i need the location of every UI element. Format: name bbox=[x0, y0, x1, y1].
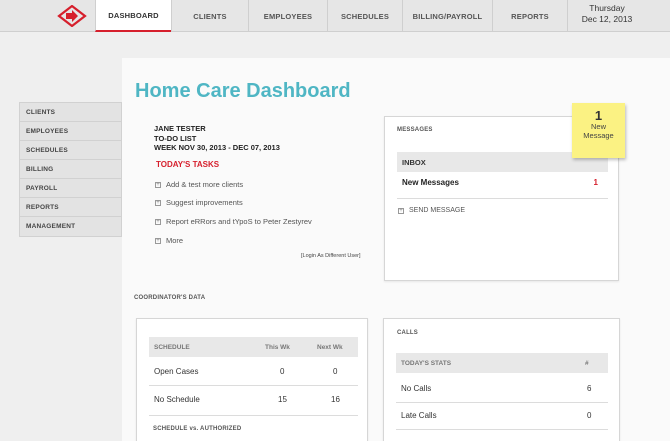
sticky-line2: Message bbox=[583, 131, 614, 140]
sidebar-item-clients[interactable]: CLIENTS bbox=[20, 103, 121, 122]
task-item[interactable]: + Report eRRors and tYpoS to Peter Zestyr… bbox=[155, 217, 312, 226]
expand-plus-icon: + bbox=[398, 207, 404, 214]
expand-plus-icon[interactable]: + bbox=[155, 237, 161, 244]
task-item[interactable]: + Add & test more clients bbox=[155, 180, 243, 189]
sidebar-item-schedules[interactable]: SCHEDULES bbox=[20, 141, 121, 160]
todays-stats-label: TODAY'S STATS bbox=[401, 359, 452, 367]
count-column-header: # bbox=[585, 359, 589, 367]
next-week-column-header: Next Wk bbox=[317, 343, 343, 351]
calls-label: CALLS bbox=[397, 330, 418, 336]
company-logo-icon[interactable] bbox=[56, 5, 88, 27]
sidebar: CLIENTS EMPLOYEES SCHEDULES BILLING PAYR… bbox=[19, 102, 122, 237]
schedule-table-header: SCHEDULE This Wk Next Wk bbox=[149, 337, 358, 357]
expand-plus-icon[interactable]: + bbox=[155, 218, 161, 225]
expand-plus-icon[interactable]: + bbox=[155, 199, 161, 206]
messages-label: MESSAGES bbox=[397, 127, 433, 133]
nav-tab-employees[interactable]: EMPLOYEES bbox=[248, 0, 327, 32]
new-messages-label: New Messages bbox=[402, 178, 459, 187]
late-calls-label: Late Calls bbox=[401, 411, 437, 420]
no-schedule-this-week: 15 bbox=[278, 395, 287, 404]
no-calls-label: No Calls bbox=[401, 384, 432, 393]
divider bbox=[396, 402, 608, 403]
current-date-value: Dec 12, 2013 bbox=[581, 14, 633, 24]
new-messages-row[interactable]: New Messages 1 bbox=[397, 178, 608, 187]
todays-tasks-heading: TODAY'S TASKS bbox=[156, 160, 220, 169]
page-title: Home Care Dashboard bbox=[135, 80, 351, 102]
task-label: More bbox=[166, 236, 184, 245]
schedule-card: SCHEDULE This Wk Next Wk Open Cases 0 0 … bbox=[136, 318, 368, 441]
open-cases-next-week: 0 bbox=[333, 367, 338, 376]
main-nav: DASHBOARD CLIENTS EMPLOYEES SCHEDULES BI… bbox=[95, 0, 568, 32]
todo-list-label: TO-DO LIST bbox=[154, 133, 197, 143]
todo-header: JANE TESTER TO-DO LIST WEEK NOV 30, 2013… bbox=[154, 124, 280, 153]
task-label: Report eRRors and tYpoS to Peter Zestyre… bbox=[166, 217, 312, 226]
task-label: Suggest improvements bbox=[166, 198, 243, 207]
send-message-button[interactable]: + SEND MESSAGE bbox=[398, 207, 465, 214]
user-name: JANE TESTER bbox=[154, 124, 206, 133]
sidebar-item-employees[interactable]: EMPLOYEES bbox=[20, 122, 121, 141]
open-cases-this-week: 0 bbox=[280, 367, 285, 376]
todo-week: WEEK NOV 30, 2013 - DEC 07, 2013 bbox=[154, 143, 280, 152]
nav-tab-clients[interactable]: CLIENTS bbox=[171, 0, 248, 32]
sticky-count: 1 bbox=[594, 108, 603, 123]
divider bbox=[149, 415, 358, 416]
this-week-column-header: This Wk bbox=[265, 343, 290, 351]
top-navigation-bar: DASHBOARD CLIENTS EMPLOYEES SCHEDULES BI… bbox=[0, 0, 670, 32]
nav-tab-billing-payroll[interactable]: BILLING/PAYROLL bbox=[402, 0, 492, 32]
divider bbox=[396, 429, 608, 430]
open-cases-label: Open Cases bbox=[154, 367, 199, 376]
current-day: Thursday bbox=[589, 3, 625, 13]
send-message-label: SEND MESSAGE bbox=[409, 207, 466, 214]
schedule-header-label: SCHEDULE bbox=[154, 343, 190, 351]
sidebar-item-reports[interactable]: REPORTS bbox=[20, 198, 121, 217]
late-calls-value: 0 bbox=[587, 411, 592, 420]
current-date: Thursday Dec 12, 2013 bbox=[567, 3, 647, 25]
nav-tab-schedules[interactable]: SCHEDULES bbox=[327, 0, 402, 32]
no-schedule-label: No Schedule bbox=[154, 395, 200, 404]
nav-tab-reports[interactable]: REPORTS bbox=[492, 0, 568, 32]
calls-table-header: TODAY'S STATS # bbox=[396, 353, 608, 373]
sticky-line1: New bbox=[590, 122, 606, 131]
login-different-user-link[interactable]: [Login As Different User] bbox=[301, 253, 361, 259]
task-label: Add & test more clients bbox=[166, 180, 244, 189]
no-schedule-next-week: 16 bbox=[331, 395, 340, 404]
sidebar-item-payroll[interactable]: PAYROLL bbox=[20, 179, 121, 198]
sidebar-item-management[interactable]: MANAGEMENT bbox=[20, 217, 121, 236]
new-message-sticky-note[interactable]: 1 New Message bbox=[572, 103, 625, 158]
divider bbox=[149, 385, 358, 386]
expand-plus-icon[interactable]: + bbox=[155, 181, 161, 188]
calls-card: CALLS TODAY'S STATS # No Calls 6 Late Ca… bbox=[383, 318, 620, 441]
task-item[interactable]: + More bbox=[155, 236, 183, 245]
divider bbox=[397, 198, 608, 199]
coordinators-data-heading: COORDINATOR'S DATA bbox=[134, 295, 206, 301]
nav-tab-dashboard[interactable]: DASHBOARD bbox=[95, 0, 171, 32]
no-calls-value: 6 bbox=[587, 384, 592, 393]
sidebar-item-billing[interactable]: BILLING bbox=[20, 160, 121, 179]
task-item[interactable]: + Suggest improvements bbox=[155, 198, 243, 207]
schedule-vs-authorized-label: SCHEDULE vs. AUTHORIZED bbox=[153, 426, 242, 432]
new-messages-count: 1 bbox=[593, 178, 598, 187]
